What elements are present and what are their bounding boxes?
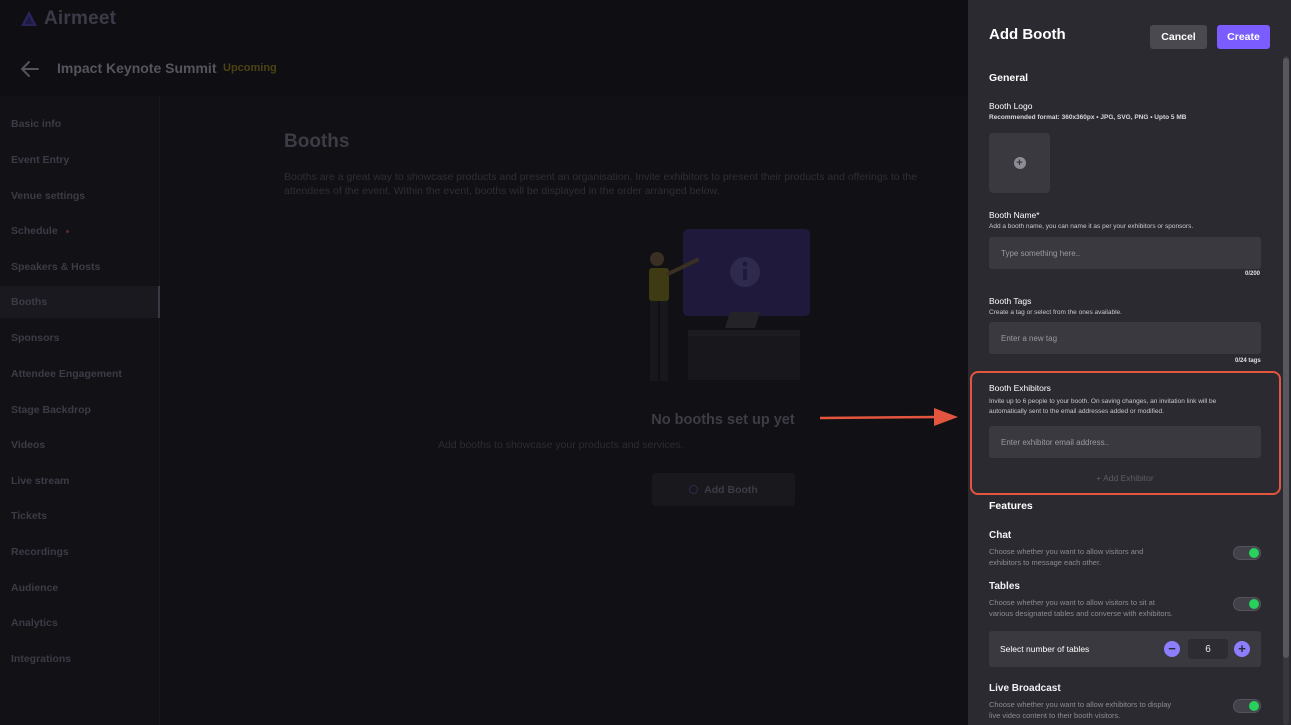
sidebar-item-integrations[interactable]: Integrations [0,643,160,675]
empty-state-illustration [635,226,815,391]
booth-tags-label: Booth Tags [989,296,1032,306]
sidebar-item-live-stream[interactable]: Live stream [0,465,160,497]
sidebar: Basic info Event Entry Venue settings Sc… [0,96,160,725]
page-description: Booths are a great way to showcase produ… [284,171,918,197]
sidebar-item-videos[interactable]: Videos [0,429,160,461]
sidebar-item-venue-settings[interactable]: Venue settings [0,180,160,212]
decrement-tables-button[interactable]: − [1164,641,1180,657]
sidebar-item-label: Integrations [11,653,72,665]
plus-circle-icon: + [1013,157,1026,169]
toggle-knob [1249,701,1259,711]
tables-count-value[interactable]: 6 [1188,639,1228,659]
airmeet-logo[interactable]: Airmeet [20,8,116,30]
sidebar-item-label: Attendee Engagement [11,368,122,380]
sidebar-item-label: Speakers & Hosts [11,261,101,273]
booth-tags-placeholder: Enter a new tag [1001,333,1058,343]
booth-logo-hint: Recommended format: 360x360px • JPG, SVG… [989,114,1187,121]
back-arrow-icon[interactable] [19,58,41,80]
booth-tags-input[interactable]: Enter a new tag [989,322,1261,354]
booth-name-hint: Add a booth name, you can name it as per… [989,223,1194,230]
booth-name-label: Booth Name* [989,210,1040,220]
sidebar-item-attendee-engagement[interactable]: Attendee Engagement [0,358,160,390]
page-title: Booths [284,131,350,152]
sidebar-item-label: Tickets [11,510,47,522]
exhibitors-highlight-box [970,371,1281,495]
sidebar-item-schedule[interactable]: Schedule [0,215,160,247]
sidebar-item-stage-backdrop[interactable]: Stage Backdrop [0,394,160,426]
tables-feature-desc-line1: Choose whether you want to allow visitor… [989,598,1155,607]
sidebar-item-label: Audience [11,582,59,594]
toggle-knob [1249,599,1259,609]
live-broadcast-desc-line1: Choose whether you want to allow exhibit… [989,700,1172,709]
chat-toggle[interactable] [1233,546,1261,560]
event-title: Impact Keynote Summit [57,60,217,76]
features-section-title: Features [989,500,1033,512]
notification-dot [65,229,69,233]
increment-tables-button[interactable]: + [1234,641,1250,657]
sidebar-item-sponsors[interactable]: Sponsors [0,322,160,354]
sidebar-item-label: Schedule [11,225,58,237]
sidebar-item-label: Analytics [11,617,58,629]
sidebar-item-speakers-hosts[interactable]: Speakers & Hosts [0,251,160,283]
general-section-title: General [989,72,1029,84]
sidebar-item-audience[interactable]: Audience [0,572,160,604]
tables-toggle[interactable] [1233,597,1261,611]
panel-scrollbar[interactable] [1283,56,1289,725]
app-root: Airmeet Impact Keynote Summit Upcoming B… [0,0,1291,725]
empty-state-subtitle-text: Add booths to showcase your products and… [438,439,684,451]
sidebar-item-label: Live stream [11,475,70,487]
add-booth-panel: Add Booth Cancel Create General Booth Lo… [968,0,1291,725]
panel-scrollbar-thumb[interactable] [1283,58,1289,658]
tables-feature-title: Tables [989,581,1020,592]
sidebar-item-label: Videos [11,439,46,451]
sidebar-item-label: Recordings [11,546,69,558]
sidebar-item-event-entry[interactable]: Event Entry [0,144,160,176]
top-bar: Airmeet Impact Keynote Summit Upcoming [0,0,968,96]
chat-feature-title: Chat [989,530,1012,541]
cancel-button[interactable]: Cancel [1150,25,1207,49]
live-broadcast-toggle[interactable] [1233,699,1261,713]
booth-name-input[interactable]: Type something here.. [989,237,1261,269]
booth-tags-counter: 0/24 tags [1235,358,1261,364]
event-status-badge: Upcoming [223,62,277,74]
sidebar-item-booths[interactable]: Booths [0,286,160,318]
airmeet-logo-icon [20,10,38,28]
tables-count-label: Select number of tables [1000,644,1090,654]
toggle-knob [1249,548,1259,558]
add-circle-icon [689,485,699,494]
chat-feature-desc-line1: Choose whether you want to allow visitor… [989,547,1144,556]
booth-name-counter: 0/200 [1245,271,1261,277]
sidebar-item-label: Basic info [11,118,62,130]
booth-tags-hint: Create a tag or select from the ones ava… [989,309,1122,316]
sidebar-item-analytics[interactable]: Analytics [0,607,160,639]
logo-text: Airmeet [44,8,117,29]
annotation-arrow [818,405,960,436]
booth-logo-label: Booth Logo [989,101,1033,111]
sidebar-item-label: Venue settings [11,190,86,202]
panel-title: Add Booth [989,26,1066,43]
empty-state-title-text: No booths set up yet [651,412,795,428]
sidebar-item-tickets[interactable]: Tickets [0,500,160,532]
tables-count-row: Select number of tables − 6 + [989,631,1261,667]
chat-feature-desc-line2: exhibitors to message each other. [989,558,1102,567]
sidebar-item-label: Event Entry [11,154,70,166]
booth-logo-upload[interactable]: + [989,133,1050,193]
live-broadcast-feature-title: Live Broadcast [989,683,1061,694]
add-booth-button[interactable]: Add Booth [652,473,795,506]
sidebar-item-basic-info[interactable]: Basic info [0,108,160,140]
sidebar-item-label: Sponsors [11,332,60,344]
sidebar-item-label: Stage Backdrop [11,404,91,416]
live-broadcast-desc-line2: live video content to their booth visito… [989,711,1121,720]
empty-state-subtitle: Add booths to showcase your products and… [160,439,968,451]
sidebar-item-label: Booths [11,296,48,308]
create-button[interactable]: Create [1217,25,1270,49]
sidebar-item-recordings[interactable]: Recordings [0,536,160,568]
tables-feature-desc-line2: various designated tables and converse w… [989,609,1173,618]
add-booth-label: Add Booth [704,483,758,496]
booth-name-placeholder: Type something here.. [1001,248,1081,258]
